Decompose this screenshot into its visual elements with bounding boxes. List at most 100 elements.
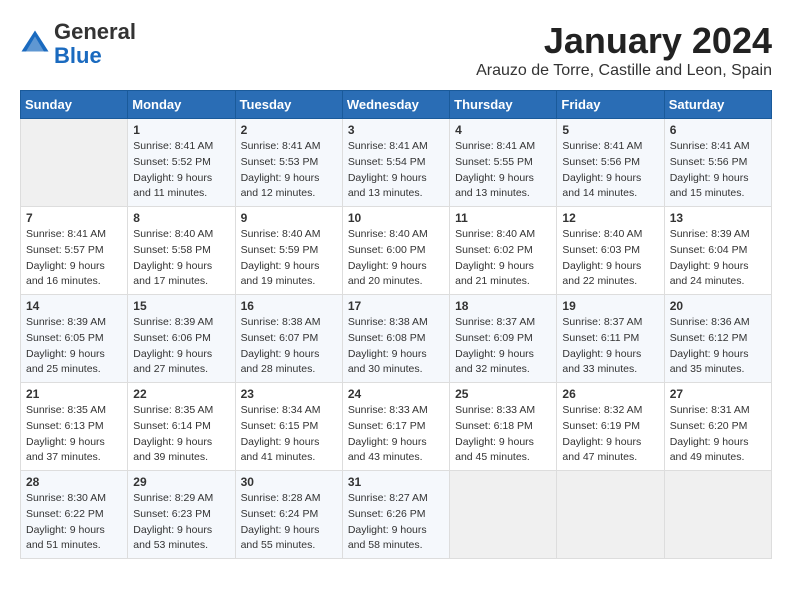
calendar-cell: 13Sunrise: 8:39 AMSunset: 6:04 PMDayligh… [664, 207, 771, 295]
calendar-cell: 9 Sunrise: 8:40 AMSunset: 5:59 PMDaylight… [235, 207, 342, 295]
calendar-cell: 14 Sunrise: 8:39 AMSunset: 6:05 PMDayligh… [21, 295, 128, 383]
calendar-cell: 31 Sunrise: 8:27 AMSunset: 6:26 PMDayligh… [342, 471, 449, 559]
day-of-week-header: Saturday [664, 91, 771, 119]
day-number: 7 [26, 211, 122, 225]
day-info: Sunrise: 8:36 AMSunset: 6:12 PMDaylight:… [670, 315, 766, 378]
day-of-week-header: Thursday [450, 91, 557, 119]
day-info: Sunrise: 8:40 AMSunset: 5:58 PMDaylight:… [133, 227, 229, 290]
calendar-cell [664, 471, 771, 559]
day-info: Sunrise: 8:28 AMSunset: 6:24 PMDaylight:… [241, 491, 337, 554]
day-number: 17 [348, 299, 444, 313]
calendar-cell: 4 Sunrise: 8:41 AMSunset: 5:55 PMDaylight… [450, 119, 557, 207]
calendar-cell: 12 Sunrise: 8:40 AMSunset: 6:03 PMDayligh… [557, 207, 664, 295]
calendar-cell: 11Sunrise: 8:40 AMSunset: 6:02 PMDayligh… [450, 207, 557, 295]
day-info: Sunrise: 8:32 AMSunset: 6:19 PMDaylight:… [562, 403, 658, 466]
calendar-cell: 19 Sunrise: 8:37 AMSunset: 6:11 PMDayligh… [557, 295, 664, 383]
calendar-cell: 22 Sunrise: 8:35 AMSunset: 6:14 PMDayligh… [128, 383, 235, 471]
day-info: Sunrise: 8:37 AMSunset: 6:11 PMDaylight:… [562, 315, 658, 378]
calendar-week-row: 1Sunrise: 8:41 AMSunset: 5:52 PMDaylight… [21, 119, 772, 207]
calendar-cell: 27 Sunrise: 8:31 AMSunset: 6:20 PMDayligh… [664, 383, 771, 471]
calendar-body: 1Sunrise: 8:41 AMSunset: 5:52 PMDaylight… [21, 119, 772, 559]
day-number: 3 [348, 123, 444, 137]
day-of-week-header: Wednesday [342, 91, 449, 119]
day-info: Sunrise: 8:33 AMSunset: 6:17 PMDaylight:… [348, 403, 444, 466]
day-info: Sunrise: 8:33 AMSunset: 6:18 PMDaylight:… [455, 403, 551, 466]
calendar-cell: 5 Sunrise: 8:41 AMSunset: 5:56 PMDaylight… [557, 119, 664, 207]
day-info: Sunrise: 8:38 AMSunset: 6:08 PMDaylight:… [348, 315, 444, 378]
day-info: Sunrise: 8:41 AMSunset: 5:56 PMDaylight:… [562, 139, 658, 202]
days-of-week-row: SundayMondayTuesdayWednesdayThursdayFrid… [21, 91, 772, 119]
day-number: 15 [133, 299, 229, 313]
day-number: 14 [26, 299, 122, 313]
day-number: 12 [562, 211, 658, 225]
day-info: Sunrise: 8:40 AMSunset: 6:03 PMDaylight:… [562, 227, 658, 290]
day-info: Sunrise: 8:40 AMSunset: 6:00 PMDaylight:… [348, 227, 444, 290]
day-of-week-header: Friday [557, 91, 664, 119]
day-info: Sunrise: 8:29 AMSunset: 6:23 PMDaylight:… [133, 491, 229, 554]
day-number: 16 [241, 299, 337, 313]
day-number: 21 [26, 387, 122, 401]
day-number: 28 [26, 475, 122, 489]
day-number: 20 [670, 299, 766, 313]
day-info: Sunrise: 8:27 AMSunset: 6:26 PMDaylight:… [348, 491, 444, 554]
day-info: Sunrise: 8:41 AMSunset: 5:56 PMDaylight:… [670, 139, 766, 202]
day-info: Sunrise: 8:40 AMSunset: 6:02 PMDaylight:… [455, 227, 551, 290]
month-title: January 2024 [476, 20, 772, 62]
logo-text: General Blue [54, 20, 136, 68]
day-number: 31 [348, 475, 444, 489]
day-info: Sunrise: 8:39 AMSunset: 6:05 PMDaylight:… [26, 315, 122, 378]
day-number: 8 [133, 211, 229, 225]
calendar-cell [557, 471, 664, 559]
day-number: 5 [562, 123, 658, 137]
day-number: 4 [455, 123, 551, 137]
day-number: 22 [133, 387, 229, 401]
day-info: Sunrise: 8:35 AMSunset: 6:14 PMDaylight:… [133, 403, 229, 466]
day-info: Sunrise: 8:31 AMSunset: 6:20 PMDaylight:… [670, 403, 766, 466]
calendar-cell: 2 Sunrise: 8:41 AMSunset: 5:53 PMDaylight… [235, 119, 342, 207]
calendar-cell: 28 Sunrise: 8:30 AMSunset: 6:22 PMDayligh… [21, 471, 128, 559]
day-info: Sunrise: 8:34 AMSunset: 6:15 PMDaylight:… [241, 403, 337, 466]
day-info: Sunrise: 8:30 AMSunset: 6:22 PMDaylight:… [26, 491, 122, 554]
day-info: Sunrise: 8:39 AMSunset: 6:04 PMDaylight:… [670, 227, 766, 290]
day-number: 2 [241, 123, 337, 137]
day-number: 18 [455, 299, 551, 313]
calendar-cell: 8 Sunrise: 8:40 AMSunset: 5:58 PMDaylight… [128, 207, 235, 295]
day-info: Sunrise: 8:41 AMSunset: 5:55 PMDaylight:… [455, 139, 551, 202]
day-number: 25 [455, 387, 551, 401]
calendar-cell: 15 Sunrise: 8:39 AMSunset: 6:06 PMDayligh… [128, 295, 235, 383]
day-info: Sunrise: 8:40 AMSunset: 5:59 PMDaylight:… [241, 227, 337, 290]
day-number: 19 [562, 299, 658, 313]
day-info: Sunrise: 8:37 AMSunset: 6:09 PMDaylight:… [455, 315, 551, 378]
day-info: Sunrise: 8:41 AMSunset: 5:53 PMDaylight:… [241, 139, 337, 202]
day-info: Sunrise: 8:35 AMSunset: 6:13 PMDaylight:… [26, 403, 122, 466]
calendar-cell: 23 Sunrise: 8:34 AMSunset: 6:15 PMDayligh… [235, 383, 342, 471]
calendar-cell: 17 Sunrise: 8:38 AMSunset: 6:08 PMDayligh… [342, 295, 449, 383]
calendar-week-row: 7 Sunrise: 8:41 AMSunset: 5:57 PMDaylight… [21, 207, 772, 295]
calendar-cell: 16Sunrise: 8:38 AMSunset: 6:07 PMDayligh… [235, 295, 342, 383]
day-number: 27 [670, 387, 766, 401]
day-number: 26 [562, 387, 658, 401]
calendar-cell: 30 Sunrise: 8:28 AMSunset: 6:24 PMDayligh… [235, 471, 342, 559]
location-title: Arauzo de Torre, Castille and Leon, Spai… [476, 62, 772, 80]
calendar-cell: 1Sunrise: 8:41 AMSunset: 5:52 PMDaylight… [128, 119, 235, 207]
calendar-cell: 21 Sunrise: 8:35 AMSunset: 6:13 PMDayligh… [21, 383, 128, 471]
header: General Blue January 2024 Arauzo de Torr… [20, 20, 772, 80]
calendar-cell: 25 Sunrise: 8:33 AMSunset: 6:18 PMDayligh… [450, 383, 557, 471]
calendar-cell: 29 Sunrise: 8:29 AMSunset: 6:23 PMDayligh… [128, 471, 235, 559]
day-number: 29 [133, 475, 229, 489]
day-info: Sunrise: 8:39 AMSunset: 6:06 PMDaylight:… [133, 315, 229, 378]
calendar-cell: 10Sunrise: 8:40 AMSunset: 6:00 PMDayligh… [342, 207, 449, 295]
title-area: January 2024 Arauzo de Torre, Castille a… [476, 20, 772, 80]
logo-icon [20, 29, 50, 59]
day-info: Sunrise: 8:41 AMSunset: 5:54 PMDaylight:… [348, 139, 444, 202]
day-info: Sunrise: 8:41 AMSunset: 5:57 PMDaylight:… [26, 227, 122, 290]
calendar-cell: 18 Sunrise: 8:37 AMSunset: 6:09 PMDayligh… [450, 295, 557, 383]
calendar-cell: 20 Sunrise: 8:36 AMSunset: 6:12 PMDayligh… [664, 295, 771, 383]
day-number: 1 [133, 123, 229, 137]
day-number: 9 [241, 211, 337, 225]
calendar-week-row: 14 Sunrise: 8:39 AMSunset: 6:05 PMDayligh… [21, 295, 772, 383]
day-number: 30 [241, 475, 337, 489]
calendar-cell: 6Sunrise: 8:41 AMSunset: 5:56 PMDaylight… [664, 119, 771, 207]
day-number: 23 [241, 387, 337, 401]
calendar-cell: 7 Sunrise: 8:41 AMSunset: 5:57 PMDaylight… [21, 207, 128, 295]
